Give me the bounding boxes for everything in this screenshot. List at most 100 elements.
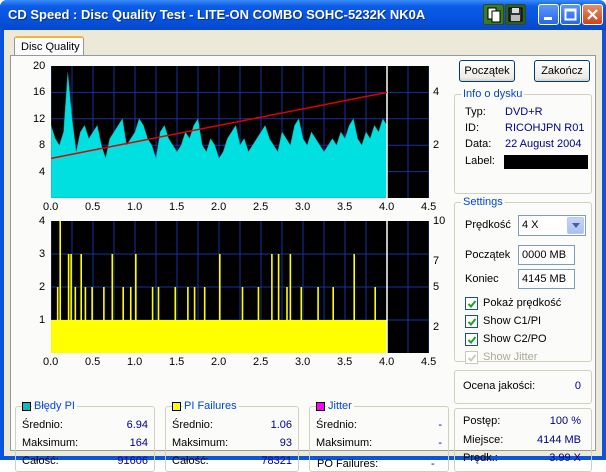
date-label: Data: <box>465 138 492 150</box>
chevron-down-icon[interactable] <box>567 217 584 234</box>
jitter-max-value: - <box>438 437 442 449</box>
save-icon[interactable] <box>505 4 526 25</box>
date-value: 22 August 2004 <box>505 138 582 150</box>
current-speed-label: Prędk.: <box>463 452 498 464</box>
end-mb-input[interactable]: 4145 MB <box>518 269 575 289</box>
y-tick-label-left: 4 <box>39 215 46 227</box>
start-mb-input[interactable]: 0000 MB <box>518 245 575 265</box>
pif-spike-bar <box>56 287 59 353</box>
pi-avg-label: Średnio: <box>22 419 63 431</box>
quality-value: 0 <box>574 380 581 392</box>
pif-spike-bar <box>67 254 70 353</box>
close-button[interactable] <box>582 4 603 25</box>
x-tick-label: 3.5 <box>337 356 353 368</box>
jitter-legend: Jitter <box>326 400 354 412</box>
x-tick-label: 1.0 <box>127 356 143 368</box>
y-tick-label-left: 2 <box>39 281 46 293</box>
y-tick-label-left: 12 <box>33 112 46 125</box>
pif-total-label: Całość: <box>172 455 209 467</box>
pif-spike-bar <box>300 287 303 353</box>
jitter-avg-label: Średnio: <box>316 419 357 431</box>
x-tick-label: 3.0 <box>295 356 311 368</box>
pif-spike-bar <box>129 287 132 353</box>
id-label: ID: <box>465 122 480 134</box>
copy-icon[interactable] <box>483 4 504 25</box>
position-value: 4144 MB <box>536 434 581 446</box>
start-button[interactable]: Początek <box>459 60 515 82</box>
x-tick-label: 0.0 <box>43 201 59 213</box>
type-label: Typ: <box>465 106 486 118</box>
pif-spike-bar <box>70 254 72 353</box>
pif-spike-bar <box>74 287 77 353</box>
pif-spike-bar <box>374 287 376 353</box>
y-tick-label-right: 2 <box>433 320 440 333</box>
speed-label: Prędkość <box>465 219 511 231</box>
progress-value: 100 % <box>549 415 581 427</box>
pif-spike-bar <box>103 287 105 353</box>
client-area: Disc Quality 0.0 0.5 1.0 1.5 2.0 2.5 3.0 3.5 4.0… <box>4 30 602 472</box>
show-jitter-label: Show Jitter <box>483 351 538 363</box>
tab-panel: 0.0 0.5 1.0 1.5 2.0 2.5 3.0 3.5 4.0 4.5 20 16 12 8 4 4 2… <box>10 55 596 472</box>
y-tick-label-right: 5 <box>433 281 440 293</box>
tab-disc-quality[interactable]: Disc Quality <box>14 36 84 56</box>
x-tick-label: 3.5 <box>337 201 353 213</box>
show-speed-label[interactable]: Pokaż prędkość <box>483 297 561 309</box>
disc-label-label: Label: <box>465 155 495 167</box>
pi-color-swatch <box>22 402 31 411</box>
show-c2-label[interactable]: Show C2/PO <box>483 333 547 345</box>
show-c1-label[interactable]: Show C1/PI <box>483 315 541 327</box>
pif-spike-bar <box>193 287 196 353</box>
pif-spike-bar <box>187 287 189 353</box>
x-tick-label: 4.5 <box>421 356 437 368</box>
maximize-button[interactable] <box>560 4 581 25</box>
x-tick-label: 0.0 <box>43 356 59 368</box>
pif-spike-bar <box>271 254 273 353</box>
pi-max-label: Maksimum: <box>22 437 79 449</box>
y-tick-label-left: 16 <box>33 86 46 99</box>
y-tick-label-left: 1 <box>39 314 46 326</box>
progress-label: Postęp: <box>463 415 501 427</box>
minimize-button[interactable] <box>538 4 559 25</box>
x-tick-label: 0.5 <box>85 201 101 213</box>
x-tick-label: 2.5 <box>253 356 269 368</box>
show-speed-checkbox[interactable] <box>465 297 478 310</box>
pif-spike-bar <box>286 287 288 353</box>
y-tick-label-right: 10 <box>433 215 446 227</box>
y-tick-label-right: 7 <box>433 254 440 267</box>
x-tick-label: 0.5 <box>85 356 101 368</box>
settings-group: Settings Prędkość 4 X Początek 0000 MB K… <box>454 196 592 364</box>
y-tick-label-left: 3 <box>39 248 46 260</box>
pif-spike-bar <box>203 287 206 353</box>
jitter-max-label: Maksimum: <box>316 437 373 449</box>
progress-group: Postęp: 100 % Miejsce: 4144 MB Prędk.: 3… <box>454 408 592 472</box>
pif-spike-bar <box>353 254 355 353</box>
pif-color-swatch <box>172 402 181 411</box>
jitter-avg-value: - <box>438 419 442 431</box>
pi-total-label: Całość: <box>22 455 59 467</box>
x-tick-label: 2.0 <box>211 356 227 368</box>
disc-info-group: Info o dysku Typ: DVD+R ID: RICOHJPN R01… <box>454 88 592 194</box>
pi-max-value: 164 <box>129 437 148 449</box>
x-tick-label: 1.5 <box>169 201 185 213</box>
show-c1-checkbox[interactable] <box>465 315 478 328</box>
pi-failures-legend: PI Failures <box>182 400 239 412</box>
x-tick-label: 1.0 <box>127 201 143 213</box>
show-c2-checkbox[interactable] <box>465 333 478 346</box>
pif-spike-bar <box>317 287 319 353</box>
start-mb-label: Początek <box>465 249 511 261</box>
pif-spike-bar <box>174 287 177 353</box>
pif-max-label: Maksimum: <box>172 437 229 449</box>
pif-spike-bar <box>289 254 292 353</box>
title-bar[interactable]: CD Speed : Disc Quality Test - LITE-ON C… <box>0 0 606 30</box>
end-mb-label: Koniec <box>465 273 499 285</box>
current-speed-value: 3.99 X <box>549 452 581 464</box>
pif-avg-label: Średnio: <box>172 419 213 431</box>
end-button[interactable]: Zakończ <box>534 60 590 82</box>
x-tick-label: 4.0 <box>379 201 395 213</box>
position-label: Miejsce: <box>463 434 504 446</box>
pif-spike-bar <box>241 287 244 353</box>
speed-select[interactable]: 4 X <box>518 215 586 236</box>
jitter-color-swatch <box>316 402 325 411</box>
pif-spike-bar <box>122 287 124 353</box>
pi-failures-group: PI Failures Średnio: 1.06 Maksimum: 93 C… <box>165 400 299 472</box>
